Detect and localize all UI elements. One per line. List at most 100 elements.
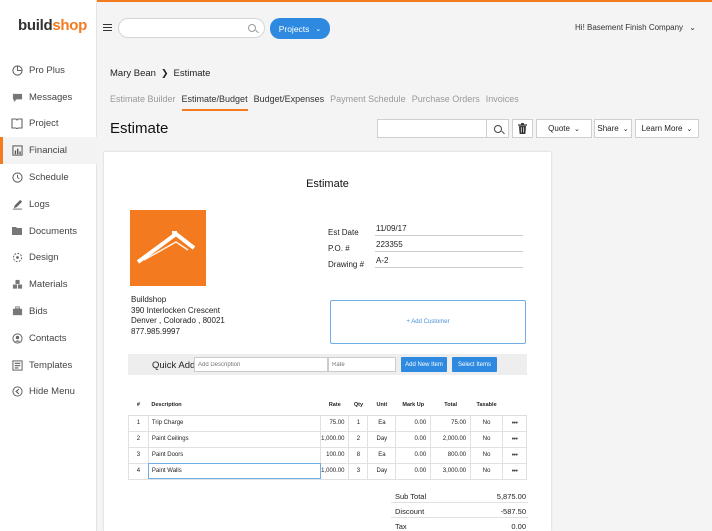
sidebar-item-financial[interactable]: Financial bbox=[0, 137, 97, 165]
estimate-search-input[interactable] bbox=[377, 119, 487, 138]
row-description-editing[interactable]: Paint Walls bbox=[147, 462, 322, 480]
add-customer-button[interactable]: + Add Customer bbox=[330, 300, 526, 344]
tax-value[interactable]: 0.00 bbox=[511, 522, 526, 531]
table-row[interactable]: 4 Paint Walls 1,000.00 3 Day 0.00 3,000.… bbox=[128, 462, 527, 480]
estimate-search-button[interactable] bbox=[487, 119, 509, 138]
quick-add-rate-input[interactable] bbox=[328, 357, 396, 372]
tab-estimate-builder[interactable]: Estimate Builder bbox=[110, 94, 176, 111]
row-description[interactable]: Trip Charge bbox=[147, 414, 322, 432]
menu-toggle-icon[interactable] bbox=[103, 24, 112, 31]
line-items-table: # Description Rate Qty Unit Mark Up Tota… bbox=[128, 395, 527, 480]
sidebar-item-logs[interactable]: Logs bbox=[0, 191, 97, 218]
table-row[interactable]: 1 Trip Charge 75.00 1 Ea 0.00 75.00 No •… bbox=[128, 414, 527, 432]
tab-payment-schedule[interactable]: Payment Schedule bbox=[330, 94, 406, 111]
row-qty[interactable]: 8 bbox=[348, 446, 369, 464]
sidebar-item-messages[interactable]: Messages bbox=[0, 84, 97, 111]
row-rate[interactable]: 1,000.00 bbox=[320, 462, 350, 480]
est-date-label: Est Date bbox=[328, 228, 359, 237]
discount-value[interactable]: -587.50 bbox=[501, 507, 526, 516]
sidebar-item-materials[interactable]: Materials bbox=[0, 271, 97, 298]
pencil-icon bbox=[11, 198, 23, 210]
row-qty[interactable]: 2 bbox=[348, 430, 369, 448]
row-unit[interactable]: Ea bbox=[367, 446, 397, 464]
sidebar-nav: Pro Plus Messages Project Financial Sche… bbox=[0, 57, 97, 405]
sidebar-item-contacts[interactable]: Contacts bbox=[0, 325, 97, 352]
row-markup[interactable]: 0.00 bbox=[395, 414, 432, 432]
chevron-down-icon: ⌄ bbox=[573, 125, 580, 133]
sidebar-item-documents[interactable]: Documents bbox=[0, 218, 97, 245]
arrow-left-circle-icon bbox=[11, 386, 23, 398]
drawing-field[interactable]: A-2 bbox=[375, 256, 523, 268]
row-taxable[interactable]: No bbox=[470, 414, 504, 432]
row-markup[interactable]: 0.00 bbox=[395, 430, 432, 448]
tab-invoices[interactable]: Invoices bbox=[486, 94, 519, 111]
column-header: Rate bbox=[320, 395, 349, 416]
sidebar: buildshop Pro Plus Messages Project Fina… bbox=[0, 0, 97, 531]
company-account-menu[interactable]: Hi! Basement Finish Company ⌄ bbox=[575, 23, 696, 32]
delete-button[interactable] bbox=[512, 119, 533, 138]
row-qty[interactable]: 1 bbox=[348, 414, 369, 432]
select-items-button[interactable]: Select Items bbox=[452, 357, 497, 372]
sidebar-item-templates[interactable]: Templates bbox=[0, 352, 97, 379]
quote-dropdown-button[interactable]: Quote ⌄ bbox=[536, 119, 592, 138]
document-title: Estimate bbox=[306, 178, 349, 190]
sidebar-item-design[interactable]: Design bbox=[0, 245, 97, 272]
row-description[interactable]: Paint Ceilings bbox=[147, 430, 322, 448]
table-row[interactable]: 3 Paint Doors 100.00 8 Ea 0.00 800.00 No… bbox=[128, 446, 527, 464]
chevron-down-icon: ⌄ bbox=[686, 125, 693, 133]
tab-estimate-budget[interactable]: Estimate/Budget bbox=[181, 94, 248, 111]
row-qty[interactable]: 3 bbox=[348, 462, 369, 480]
row-menu-icon[interactable]: ••• bbox=[502, 430, 527, 448]
table-row[interactable]: 2 Paint Ceilings 1,000.00 2 Day 0.00 2,0… bbox=[128, 430, 527, 448]
row-total: 75.00 bbox=[430, 414, 472, 432]
po-field[interactable]: 223355 bbox=[375, 240, 523, 252]
company-street: 390 Interlocken Crescent bbox=[131, 305, 220, 315]
row-number: 1 bbox=[128, 414, 149, 432]
tax-row[interactable]: Tax 0.00 bbox=[391, 518, 528, 531]
estimate-document: Estimate Est Date 11/09/17 P.O. # 223355 D… bbox=[104, 152, 551, 531]
add-new-item-button[interactable]: Add New Item bbox=[401, 357, 447, 372]
row-rate[interactable]: 1,000.00 bbox=[320, 430, 350, 448]
search-icon[interactable] bbox=[248, 24, 256, 32]
row-markup[interactable]: 0.00 bbox=[395, 462, 432, 480]
row-taxable[interactable]: No bbox=[470, 430, 504, 448]
global-search-input[interactable] bbox=[118, 18, 265, 38]
buildshop-logo[interactable]: buildshop bbox=[18, 17, 87, 34]
tab-budget-expenses[interactable]: Budget/Expenses bbox=[254, 94, 325, 111]
learn-more-dropdown-button[interactable]: Learn More ⌄ bbox=[635, 119, 699, 138]
contacts-icon bbox=[11, 332, 23, 344]
row-taxable[interactable]: No bbox=[470, 462, 504, 480]
company-logo[interactable] bbox=[130, 210, 206, 286]
row-rate[interactable]: 100.00 bbox=[320, 446, 350, 464]
row-menu-icon[interactable]: ••• bbox=[502, 462, 527, 480]
quick-add-bar: Quick Add Add New Item Select Items bbox=[128, 354, 527, 375]
company-phone: 877.985.9997 bbox=[131, 326, 180, 336]
row-markup[interactable]: 0.00 bbox=[395, 446, 432, 464]
row-unit[interactable]: Ea bbox=[367, 414, 397, 432]
column-header: Mark Up bbox=[395, 395, 431, 416]
breadcrumb-parent[interactable]: Mary Bean bbox=[110, 68, 156, 79]
quick-add-description-input[interactable] bbox=[194, 357, 328, 372]
company-address: Buildshop 390 Interlocken Crescent Denve… bbox=[131, 295, 225, 337]
row-unit[interactable]: Day bbox=[367, 430, 397, 448]
subtotal-label: Sub Total bbox=[395, 492, 427, 501]
sidebar-item-schedule[interactable]: Schedule bbox=[0, 164, 97, 191]
est-date-field[interactable]: 11/09/17 bbox=[375, 224, 523, 236]
sidebar-item-project[interactable]: Project bbox=[0, 111, 97, 138]
row-menu-icon[interactable]: ••• bbox=[502, 446, 527, 464]
row-unit[interactable]: Day bbox=[367, 462, 397, 480]
page-title: Estimate bbox=[110, 120, 169, 137]
row-menu-icon[interactable]: ••• bbox=[502, 414, 527, 432]
po-label: P.O. # bbox=[328, 244, 350, 253]
row-taxable[interactable]: No bbox=[470, 446, 504, 464]
row-description[interactable]: Paint Doors bbox=[147, 446, 322, 464]
sidebar-item-pro-plus[interactable]: Pro Plus bbox=[0, 57, 97, 84]
share-dropdown-button[interactable]: Share ⌄ bbox=[594, 119, 632, 138]
projects-dropdown-button[interactable]: Projects ⌄ bbox=[270, 18, 330, 39]
tab-purchase-orders[interactable]: Purchase Orders bbox=[412, 94, 480, 111]
sidebar-item-hide-menu[interactable]: Hide Menu bbox=[0, 379, 97, 406]
discount-row[interactable]: Discount -587.50 bbox=[391, 503, 528, 518]
column-header: Unit bbox=[367, 395, 396, 416]
row-rate[interactable]: 75.00 bbox=[320, 414, 350, 432]
sidebar-item-bids[interactable]: Bids bbox=[0, 298, 97, 325]
